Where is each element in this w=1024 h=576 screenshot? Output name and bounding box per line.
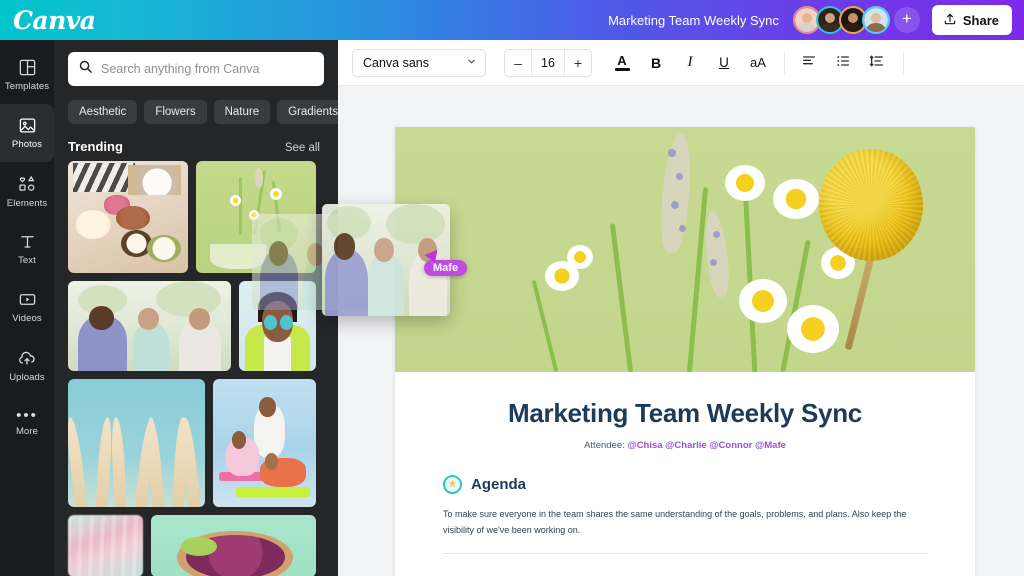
- chip-aesthetic[interactable]: Aesthetic: [68, 100, 137, 124]
- font-size-input[interactable]: 16: [531, 50, 565, 76]
- sidebar-item-label: Videos: [12, 313, 41, 324]
- sidebar-item-more[interactable]: ••• More: [0, 394, 54, 452]
- add-collaborator-button[interactable]: +: [894, 7, 920, 33]
- text-color-icon: A: [615, 55, 630, 71]
- line-spacing-icon: [869, 53, 885, 73]
- document-title[interactable]: Marketing Team Weekly Sync: [608, 13, 779, 28]
- toolbar-divider: [784, 52, 785, 74]
- italic-icon: I: [688, 54, 693, 71]
- section-title: Agenda: [471, 476, 526, 493]
- align-left-icon: [801, 53, 817, 73]
- search-box[interactable]: [68, 52, 324, 86]
- photo-row: [68, 379, 324, 507]
- photo-icon: [18, 116, 37, 135]
- video-icon: [18, 290, 37, 309]
- avatar[interactable]: [862, 6, 890, 34]
- section-body[interactable]: To make sure everyone in the team shares…: [443, 507, 927, 539]
- sidebar-item-label: Photos: [12, 139, 42, 150]
- ellipsis-icon: •••: [16, 410, 38, 422]
- text-toolbar: Canva sans – 16 + A B I U aA: [338, 40, 1024, 86]
- canva-logo[interactable]: Canva: [13, 6, 96, 35]
- underline-button[interactable]: U: [710, 49, 738, 77]
- text-case-icon: aA: [750, 55, 766, 70]
- sidebar-item-text[interactable]: Text: [0, 220, 54, 278]
- font-size-decrease-button[interactable]: –: [505, 50, 531, 76]
- search-wrapper: [54, 40, 338, 86]
- chip-flowers[interactable]: Flowers: [144, 100, 206, 124]
- section-agenda[interactable]: ★ Agenda: [443, 475, 927, 494]
- share-button-label: Share: [963, 13, 999, 28]
- photo-row: [68, 515, 324, 576]
- line-spacing-button[interactable]: [863, 49, 891, 77]
- elements-icon: [17, 174, 37, 194]
- attendee-line: Attendee: @Chisa @Charlie @Connor @Mafe: [443, 440, 927, 451]
- bold-icon: B: [651, 55, 661, 71]
- section-title: Trending: [68, 139, 123, 154]
- photo-thumb-food-table[interactable]: [68, 161, 188, 273]
- divider: [443, 553, 927, 554]
- share-button[interactable]: Share: [932, 5, 1012, 35]
- chip-gradients[interactable]: Gradients: [277, 100, 338, 124]
- top-bar: Canva Marketing Team Weekly Sync: [0, 0, 1024, 40]
- hero-image[interactable]: [395, 127, 975, 372]
- sidebar-item-photos[interactable]: Photos: [0, 104, 54, 162]
- photo-thumb-friends-trees[interactable]: [68, 281, 231, 371]
- underline-icon: U: [719, 55, 729, 70]
- align-button[interactable]: [795, 49, 823, 77]
- photo-thumb-pink-water[interactable]: [68, 515, 143, 576]
- filter-chips: Aesthetic Flowers Nature Gradients ›: [54, 86, 338, 125]
- mention-charlie[interactable]: @Charlie: [665, 440, 706, 451]
- font-size-stepper: – 16 +: [504, 49, 592, 77]
- mention-chisa[interactable]: @Chisa: [627, 440, 662, 451]
- font-family-value: Canva sans: [363, 56, 429, 70]
- sidebar-item-label: Templates: [5, 81, 49, 92]
- photo-thumb-yoga-group[interactable]: [213, 379, 316, 507]
- mention-mafe[interactable]: @Mafe: [755, 440, 786, 451]
- toolbar-divider: [903, 52, 904, 74]
- billy-ball-flower: [819, 149, 923, 261]
- sidebar-item-label: Elements: [7, 198, 47, 209]
- top-bar-right: Marketing Team Weekly Sync: [608, 5, 1024, 35]
- document-page[interactable]: Marketing Team Weekly Sync Attendee: @Ch…: [395, 127, 975, 576]
- chip-nature[interactable]: Nature: [214, 100, 271, 124]
- search-input[interactable]: [101, 62, 314, 76]
- chevron-down-icon: [466, 56, 477, 70]
- left-rail: Templates Photos Elements: [0, 40, 54, 576]
- font-family-select[interactable]: Canva sans: [352, 49, 486, 77]
- bullet-list-icon: [835, 53, 851, 73]
- text-color-button[interactable]: A: [608, 49, 636, 77]
- italic-button[interactable]: I: [676, 49, 704, 77]
- upload-icon: [943, 12, 957, 29]
- sidebar-item-label: Text: [18, 255, 36, 266]
- photo-thumb-cabbage-salad[interactable]: [151, 515, 316, 576]
- text-color-letter: A: [617, 55, 626, 67]
- sidebar-item-uploads[interactable]: Uploads: [0, 336, 54, 394]
- star-badge-icon: ★: [443, 475, 462, 494]
- document-body: Marketing Team Weekly Sync Attendee: @Ch…: [395, 372, 975, 576]
- attendee-label: Attendee:: [584, 440, 625, 451]
- list-button[interactable]: [829, 49, 857, 77]
- sidebar-item-label: Uploads: [9, 372, 45, 383]
- see-all-link[interactable]: See all: [285, 142, 320, 154]
- mention-connor[interactable]: @Connor: [709, 440, 752, 451]
- remote-cursor: Mafe: [424, 252, 467, 276]
- bold-button[interactable]: B: [642, 49, 670, 77]
- canva-editor: Canva Marketing Team Weekly Sync: [0, 0, 1024, 576]
- text-case-button[interactable]: aA: [744, 49, 772, 77]
- photo-thumb-pampas-grass[interactable]: [68, 379, 205, 507]
- page-title[interactable]: Marketing Team Weekly Sync: [443, 398, 927, 429]
- sidebar-item-elements[interactable]: Elements: [0, 162, 54, 220]
- sidebar-item-videos[interactable]: Videos: [0, 278, 54, 336]
- trending-header: Trending See all: [54, 125, 338, 161]
- collaborator-avatars: [793, 6, 890, 34]
- text-color-swatch: [615, 68, 630, 71]
- canvas-area[interactable]: Marketing Team Weekly Sync Attendee: @Ch…: [338, 86, 1024, 576]
- search-icon: [78, 59, 93, 79]
- sidebar-item-templates[interactable]: Templates: [0, 46, 54, 104]
- upload-cloud-icon: [17, 348, 37, 368]
- font-size-increase-button[interactable]: +: [565, 50, 591, 76]
- text-icon: [18, 232, 37, 251]
- templates-icon: [18, 58, 37, 77]
- sidebar-item-label: More: [16, 426, 38, 437]
